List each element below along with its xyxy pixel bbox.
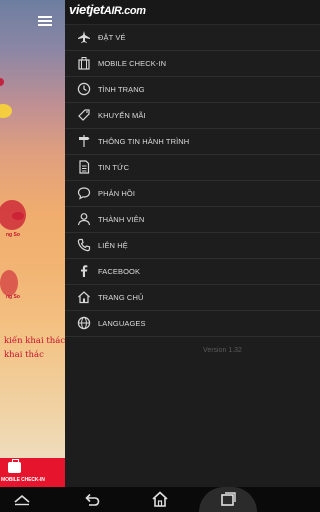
notice-text-line: kiến khai thác — [4, 336, 65, 346]
back-icon[interactable] — [82, 490, 102, 508]
menu-item-thanh-vien[interactable]: THÀNH VIÊN — [65, 207, 320, 233]
signpost-icon — [79, 135, 90, 147]
user-icon — [77, 213, 91, 226]
drawer-header: vietjetAIR.com — [65, 0, 320, 25]
menu-item-trang-chu[interactable]: TRANG CHỦ — [65, 285, 320, 311]
menu-item-facebook[interactable]: FACEBOOK — [65, 259, 320, 285]
airplane-icon — [78, 31, 90, 43]
menu-item-label: TRANG CHỦ — [98, 293, 144, 302]
price-tag-icon — [78, 109, 90, 121]
notice-text-line: khai thác — [4, 350, 44, 360]
recent-apps-icon[interactable] — [218, 490, 238, 508]
menu-item-thong-tin-hanh-trinh[interactable]: THÔNG TIN HÀNH TRÌNH — [65, 129, 320, 155]
decorative-shape — [0, 78, 4, 86]
map-island-shape — [0, 270, 18, 296]
menu-item-khuyen-mai[interactable]: KHUYẾN MÃI — [65, 103, 320, 129]
drawer-menu: ĐẶT VÉ MOBILE CHECK-IN TÌNH TRẠNG KHUYẾN… — [65, 25, 320, 337]
mobile-checkin-tab-label: MOBILE CHECK-IN — [1, 477, 45, 483]
menu-item-label: TIN TỨC — [98, 163, 130, 172]
menu-item-phan-hoi[interactable]: PHẢN HỒI — [65, 181, 320, 207]
app-version-text: Version 1.32 — [203, 347, 242, 354]
map-island-shape — [12, 212, 24, 220]
hamburger-menu-icon[interactable] — [38, 16, 52, 26]
navigation-drawer: vietjetAIR.com ĐẶT VÉ MOBILE CHECK-IN TÌ… — [65, 0, 320, 487]
main-content-behind-drawer: ng So ng So kiến khai thác khai thác MOB… — [0, 0, 65, 487]
system-navigation-bar — [0, 487, 320, 512]
decorative-shape — [0, 104, 12, 118]
menu-item-label: LIÊN HỆ — [98, 241, 128, 250]
menu-item-languages[interactable]: LANGUAGES — [65, 311, 320, 337]
mobile-checkin-tab[interactable]: MOBILE CHECK-IN — [0, 458, 65, 487]
globe-icon — [77, 316, 91, 330]
menu-item-mobile-checkin[interactable]: MOBILE CHECK-IN — [65, 51, 320, 77]
menu-item-tinh-trang[interactable]: TÌNH TRẠNG — [65, 77, 320, 103]
vietjet-logo: vietjetAIR.com — [69, 2, 146, 17]
document-icon — [79, 160, 90, 174]
map-label: ng So — [6, 232, 20, 238]
menu-item-label: THÀNH VIÊN — [98, 215, 145, 224]
menu-item-label: FACEBOOK — [98, 267, 141, 276]
collapse-arrow-icon[interactable] — [12, 490, 32, 508]
menu-item-label: TÌNH TRẠNG — [98, 85, 145, 94]
menu-item-label: PHẢN HỒI — [98, 189, 136, 198]
menu-item-label: KHUYẾN MÃI — [98, 111, 146, 120]
phone-icon — [77, 238, 91, 252]
luggage-icon — [78, 57, 90, 70]
menu-item-label: MOBILE CHECK-IN — [98, 59, 167, 68]
menu-item-label: LANGUAGES — [98, 319, 146, 328]
chat-bubble-icon — [77, 187, 91, 200]
menu-item-label: THÔNG TIN HÀNH TRÌNH — [98, 137, 190, 146]
home-icon[interactable] — [150, 490, 170, 508]
menu-item-label: ĐẶT VÉ — [98, 33, 126, 42]
luggage-icon — [8, 459, 21, 473]
facebook-icon — [81, 265, 88, 277]
home-icon — [78, 291, 90, 304]
menu-item-dat-ve[interactable]: ĐẶT VÉ — [65, 25, 320, 51]
map-label: ng So — [6, 294, 20, 300]
clock-icon — [77, 82, 91, 96]
menu-item-tin-tuc[interactable]: TIN TỨC — [65, 155, 320, 181]
menu-item-lien-he[interactable]: LIÊN HỆ — [65, 233, 320, 259]
